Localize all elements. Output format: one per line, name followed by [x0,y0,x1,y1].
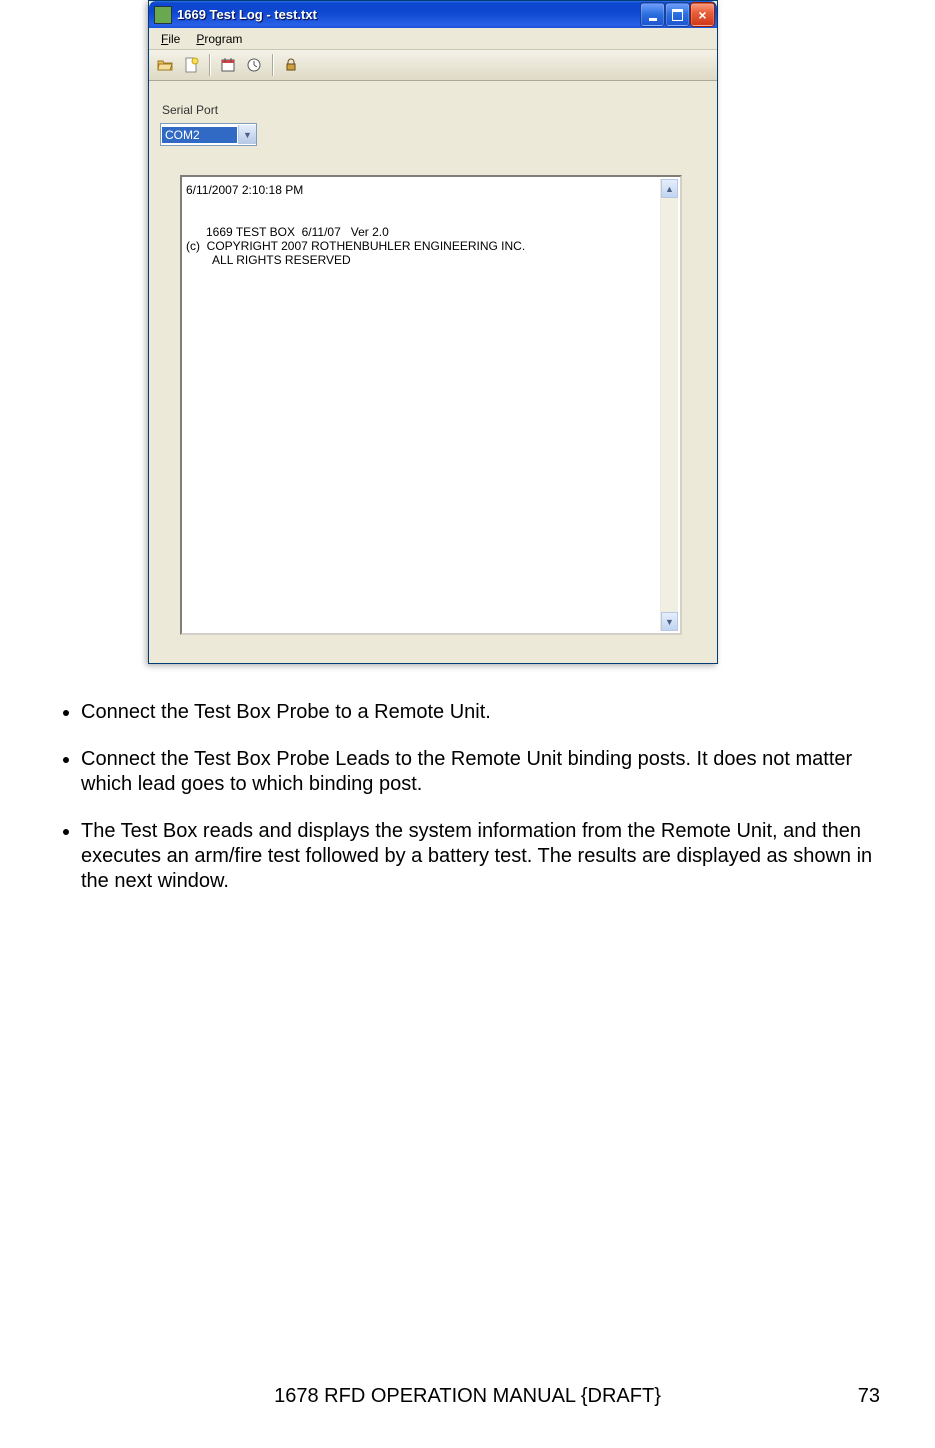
toolbar-open-button[interactable] [153,53,177,77]
minimize-button[interactable] [641,3,664,26]
bullet-list: Connect the Test Box Probe to a Remote U… [55,700,895,894]
app-window: 1669 Test Log - test.txt × File Program [148,0,718,664]
log-line: (c) COPYRIGHT 2007 ROTHENBUHLER ENGINEER… [186,239,676,253]
serial-port-label: Serial Port [162,103,218,117]
page-footer: 1678 RFD OPERATION MANUAL {DRAFT} 73 [0,1385,935,1408]
log-timestamp: 6/11/2007 2:10:18 PM [186,183,676,197]
toolbar-clock-button[interactable] [242,53,266,77]
toolbar [149,50,717,81]
log-textarea[interactable]: 6/11/2007 2:10:18 PM 1669 TEST BOX 6/11/… [180,175,682,635]
scroll-down-button[interactable]: ▼ [661,612,678,631]
maximize-icon [672,9,683,21]
minimize-icon [649,15,657,21]
app-icon [154,6,172,24]
footer-title: 1678 RFD OPERATION MANUAL {DRAFT} [105,1385,830,1408]
list-item: Connect the Test Box Probe Leads to the … [81,747,895,797]
chevron-down-icon: ▼ [238,125,256,144]
folder-open-icon [157,57,173,73]
log-line: 1669 TEST BOX 6/11/07 Ver 2.0 [186,225,676,239]
serial-port-value: COM2 [162,127,237,143]
list-item: The Test Box reads and displays the syst… [81,819,895,894]
log-line: ALL RIGHTS RESERVED [186,253,676,267]
clock-icon [246,57,262,73]
toolbar-separator [272,54,273,76]
file-new-icon [183,57,199,73]
client-area: Serial Port COM2 ▼ 6/11/2007 2:10:18 PM … [152,83,714,660]
lock-icon [283,57,299,73]
toolbar-separator [209,54,210,76]
calendar-icon [220,57,236,73]
maximize-button[interactable] [666,3,689,26]
list-item: Connect the Test Box Probe to a Remote U… [81,700,895,725]
toolbar-new-button[interactable] [179,53,203,77]
menu-bar: File Program [149,28,717,50]
title-bar[interactable]: 1669 Test Log - test.txt × [149,1,717,28]
scroll-up-button[interactable]: ▲ [661,179,678,198]
menu-file[interactable]: File [153,30,188,48]
scrollbar[interactable]: ▲ ▼ [660,179,678,631]
page-number: 73 [830,1385,880,1408]
toolbar-calendar-button[interactable] [216,53,240,77]
serial-port-select[interactable]: COM2 ▼ [160,123,257,146]
close-icon: × [698,8,706,22]
close-button[interactable]: × [691,3,714,26]
menu-program[interactable]: Program [188,30,250,48]
document-body: Connect the Test Box Probe to a Remote U… [55,700,895,916]
toolbar-lock-button[interactable] [279,53,303,77]
window-title: 1669 Test Log - test.txt [177,7,639,22]
